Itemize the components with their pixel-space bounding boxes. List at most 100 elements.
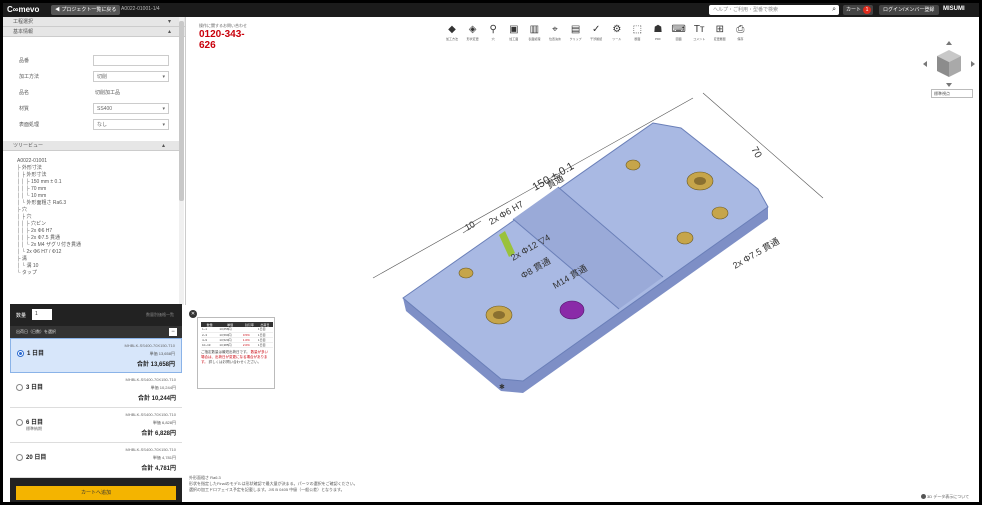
toolbar-button[interactable]: ⚲ 穴 — [484, 23, 502, 47]
toolbar-button[interactable]: ⬚ 断面 — [628, 23, 646, 47]
tree-node[interactable]: │ │ ├ 2x Φ7.5 貫通 — [17, 235, 177, 242]
ship-date-option[interactable]: 3 日目 MHBLK-SS400-70X150-T10 単価 10,244円 合計 1… — [10, 373, 182, 408]
toolbar-button[interactable]: Tт コメント — [690, 23, 708, 47]
collapse-icon[interactable]: − — [169, 328, 177, 336]
ship-days: 3 日目 — [26, 385, 44, 391]
toolbar-button[interactable]: ▤ クリップ — [567, 23, 585, 47]
chevron-down-icon[interactable]: ▾ — [162, 120, 165, 130]
tree-node[interactable]: │ │ └ 10 mm — [17, 193, 177, 200]
toolbar-button[interactable]: ⌨ 図面 — [670, 23, 688, 47]
toolbar-button[interactable]: ⌖ 位置決め — [546, 23, 564, 47]
form-value: なし — [97, 122, 108, 128]
price-note-3: 詳しくはお問い合わせください。 — [208, 359, 262, 364]
form-label: 品名 — [19, 90, 30, 96]
toolbar-icon: ▤ — [570, 24, 581, 35]
tree-node[interactable]: │ └ 溝 10 — [17, 263, 177, 270]
cart-label: カート — [846, 7, 862, 13]
ship-date-title: 出荷日（日数）を選択 — [16, 329, 56, 334]
toolbar-button[interactable]: ✓ 干渉確認 — [587, 23, 605, 47]
back-to-projects-button[interactable]: ◀ プロジェクト一覧に戻る — [51, 5, 121, 15]
tree-node[interactable]: │ ├ 外形寸法 — [17, 172, 177, 179]
cursor-marker: ✱ — [499, 383, 505, 391]
section-process-title: 工程選択 — [13, 19, 34, 25]
ship-date-option[interactable]: 6 日目 標準納期 MHBLK-SS400-70X150-T10 単価 6,828円合… — [10, 408, 182, 443]
app-logo[interactable]: C∞mevo — [7, 5, 39, 14]
chevron-down-icon[interactable]: ▾ — [162, 104, 165, 114]
radio-button[interactable] — [17, 350, 24, 357]
counterbore-inner-2 — [694, 177, 706, 185]
arrow-up-icon[interactable] — [946, 41, 952, 45]
view-select[interactable]: 標準視点 — [931, 89, 973, 98]
tree-node[interactable]: A0022-01001 — [17, 158, 177, 165]
sidebar-scrollbar[interactable] — [179, 17, 184, 305]
tree-node[interactable]: │ │ ├ 2x Φ6 H7 — [17, 228, 177, 235]
login-button[interactable]: ログイン/メンバー登録 — [879, 5, 939, 15]
toolbar-button[interactable]: ▥ 表面処理 — [525, 23, 543, 47]
tree-node[interactable]: │ │ ├ 70 mm — [17, 186, 177, 193]
chevron-up-icon[interactable]: ▴ — [168, 27, 171, 37]
main-toolbar: ◆ 加工方法 ◈ 形状変更 ⚲ 穴 ▣ 加工面 ▥ 表面処理 ⌖ 位置決め ▤ クリップ ✓ 干渉確認 ⚙ ツール… — [443, 23, 753, 47]
ship-date-option[interactable]: 1 日目 MHBLK-SS400-70X150-T10 単価 13,658円 合計 1… — [10, 338, 182, 373]
chevron-up-icon[interactable]: ▴ — [162, 141, 165, 151]
chevron-down-icon[interactable]: ▾ — [162, 72, 165, 82]
unit-price: 単価 13,658円 — [149, 351, 175, 356]
arrow-right-icon[interactable] — [971, 61, 975, 67]
tree-node[interactable]: ├ 外形寸法 — [17, 165, 177, 172]
quantity-row: 数量 1 数量別価格一覧 — [10, 304, 182, 326]
toolbar-button[interactable]: ⎙ 保存 — [731, 23, 749, 47]
toolbar-icon: ▥ — [529, 24, 540, 35]
section-process[interactable]: 工程選択 ▾ — [3, 17, 185, 27]
tree-node[interactable]: ├ 穴 — [17, 207, 177, 214]
toolbar-button[interactable]: ⊞ 変更履歴 — [711, 23, 729, 47]
search-input[interactable]: ヘルプ・ご利用・型番で検索 ⌕ — [709, 5, 839, 15]
tree-node[interactable]: │ └ 2x Φ6 H7 / Φ12 — [17, 249, 177, 256]
brand-logo[interactable]: MISUMI — [943, 6, 965, 12]
arrow-down-icon[interactable] — [946, 83, 952, 87]
add-to-cart-button[interactable]: カートへ追加 — [16, 486, 176, 500]
chevron-down-icon[interactable]: ▾ — [168, 17, 171, 27]
tree-node[interactable]: ├ 溝 — [17, 256, 177, 263]
toolbar-button[interactable]: ◈ 形状変更 — [464, 23, 482, 47]
form-select[interactable]: 切削 ▾ — [93, 71, 169, 82]
toolbar-label: 穴 — [491, 37, 495, 41]
section-tree-view[interactable]: ツリービュー ▴ — [3, 141, 179, 151]
radio-button[interactable] — [16, 384, 23, 391]
support-phone: 操作に関するお問い合わせ 0120-343-626 — [199, 23, 261, 51]
ship-date-option[interactable]: 20 日目 MHBLK-SS400-70X150-T10 単価 4,781円 合計 4… — [10, 443, 182, 478]
search-icon[interactable]: ⌕ — [832, 6, 836, 14]
cad-model-viewport[interactable]: 150 ± 0.1 70 10 2x Φ6 H7 貫通 2x Φ12 ▽4 Φ8… — [363, 83, 833, 403]
toolbar-icon: ⌨ — [671, 24, 686, 35]
section-basic-info[interactable]: 基本情報 ▴ — [3, 27, 185, 37]
form-select[interactable]: なし ▾ — [93, 119, 169, 130]
quantity-select[interactable]: 1 — [32, 309, 52, 320]
tree-node[interactable]: │ │ └ 2x M4 ザグリ付き貫通 — [17, 242, 177, 249]
toolbar-label: クリップ — [569, 37, 582, 41]
tree-node[interactable]: └ タップ — [17, 270, 177, 277]
3d-data-info-label: 3D データ表示について — [927, 494, 970, 499]
form-select[interactable]: SS400 ▾ — [93, 103, 169, 114]
3d-data-info-link[interactable]: 3D データ表示について — [921, 494, 969, 500]
radio-button[interactable] — [16, 454, 23, 461]
price-table-cell: 1日目 — [256, 342, 273, 348]
form-input[interactable] — [93, 55, 169, 66]
toolbar-button[interactable]: ◆ 加工方法 — [443, 23, 461, 47]
toolbar-icon: ⚙ — [612, 24, 622, 35]
tree-node[interactable]: │ ├ 穴 — [17, 214, 177, 221]
toolbar-button[interactable]: ▣ 加工面 — [505, 23, 523, 47]
toolbar-button[interactable]: ⚙ ツール — [608, 23, 626, 47]
quantity-price-list-link[interactable]: 数量別価格一覧 — [146, 312, 174, 318]
tree-node[interactable]: │ │ ├ 150 mm ± 0.1 — [17, 179, 177, 186]
cart-button[interactable]: カート 1 — [843, 5, 873, 15]
scrollbar-thumb[interactable] — [179, 21, 184, 201]
toolbar-icon: ⌖ — [552, 24, 558, 35]
close-popup-icon[interactable]: ✕ — [189, 310, 197, 318]
app-frame: C∞mevo ◀ プロジェクト一覧に戻る A0022-01001-1/4 ヘルプ… — [0, 0, 982, 505]
radio-button[interactable] — [16, 419, 23, 426]
toolbar-button[interactable]: ☗ PDF — [649, 23, 667, 47]
tree-node[interactable]: │ │ ├ 穴ピン — [17, 221, 177, 228]
arrow-left-icon[interactable] — [923, 61, 927, 67]
toolbar-label: 位置決め — [548, 37, 561, 41]
hole-small-3 — [711, 206, 729, 220]
tree-node[interactable]: │ └ 外形面粗さ Ra6.3 — [17, 200, 177, 207]
form-row: 品名 切削加工品 — [3, 85, 185, 100]
